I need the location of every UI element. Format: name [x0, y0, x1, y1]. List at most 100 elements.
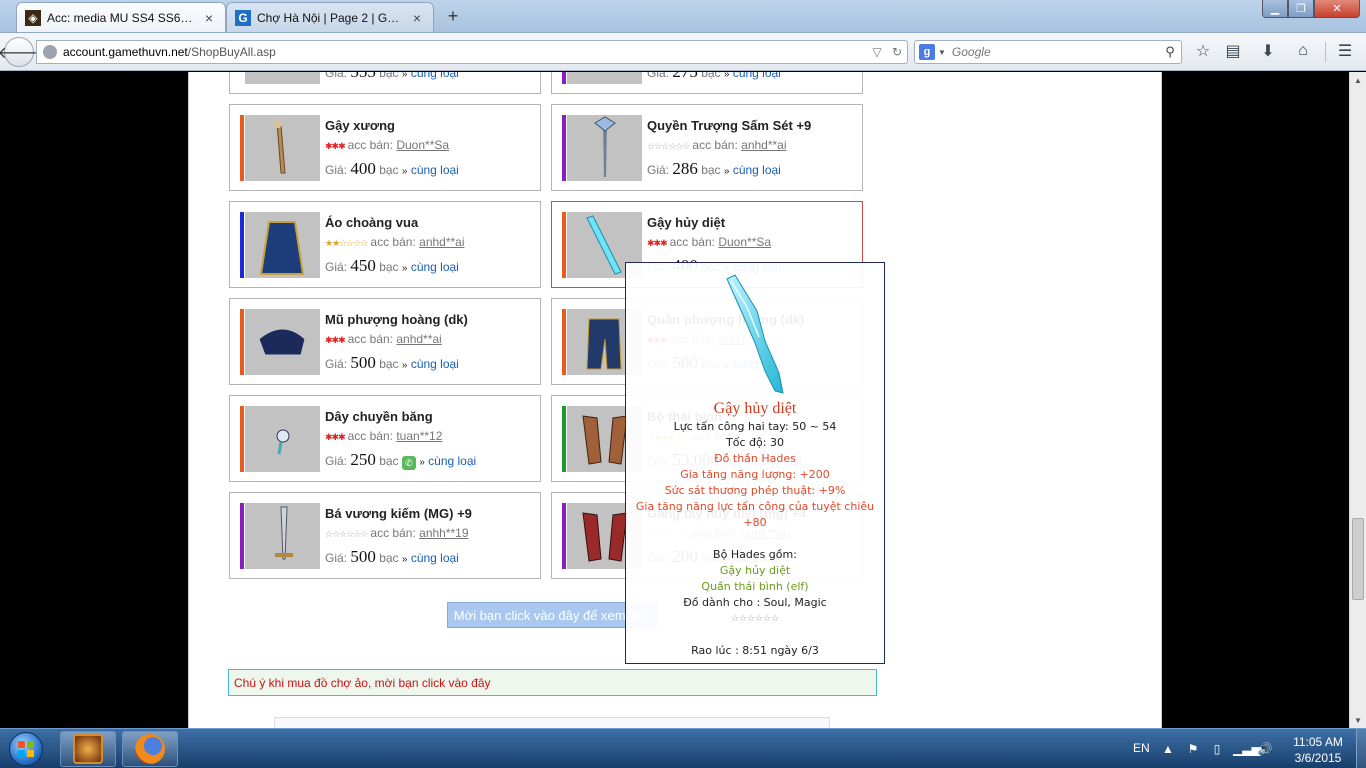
show-hidden-icons-icon[interactable]: ▲ — [1160, 741, 1176, 757]
menu-icon[interactable]: ☰ — [1332, 40, 1358, 62]
item-name[interactable]: Gậy hủy diệt — [647, 215, 725, 230]
rarity-bar — [562, 406, 566, 472]
item-thumbnail[interactable] — [245, 503, 320, 569]
same-type-link[interactable]: cùng loại — [428, 454, 476, 468]
scroll-up-arrow-icon[interactable]: ▲ — [1350, 72, 1366, 88]
back-button[interactable]: 🡐 — [0, 37, 40, 67]
close-window-button[interactable]: ✕ — [1314, 0, 1360, 18]
same-type-link[interactable]: cùng loại — [733, 163, 781, 177]
item-thumbnail[interactable] — [245, 406, 320, 472]
item-card[interactable]: Mũ phượng hoàng (dk) ✱✱✱ acc bán: anhd**ai… — [229, 298, 541, 385]
seller-name-link[interactable]: anhh**19 — [419, 526, 468, 540]
action-center-flag-icon[interactable]: ⚑ — [1185, 741, 1201, 757]
rarity-bar — [240, 406, 244, 472]
price-unit: bạc — [379, 357, 399, 371]
same-type-link[interactable]: cùng loại — [733, 72, 781, 80]
url-bar[interactable]: account.gamethuvn.net/ShopBuyAll.asp ▽ ↻ — [36, 40, 908, 64]
item-price: Giá: 500 bạc » cùng loại — [325, 547, 459, 566]
item-image-icon — [594, 116, 616, 177]
seller-name-link[interactable]: Duon**Sa — [396, 138, 449, 152]
item-name[interactable]: Gậy xương — [325, 118, 395, 133]
notice-banner[interactable]: Chú ý khi mua đồ chợ ảo, mời bạn click v… — [228, 669, 877, 696]
download-icon[interactable]: ⬇ — [1255, 40, 1281, 62]
price-unit: bạc — [379, 260, 399, 274]
network-signal-icon[interactable]: ▁▃▅ — [1233, 741, 1261, 757]
item-name[interactable]: Quyền Trượng Sấm Sét +9 — [647, 118, 811, 133]
minimize-button[interactable]: ▁ — [1262, 0, 1288, 18]
reload-icon[interactable]: ↻ — [887, 45, 907, 59]
seller-name-link[interactable]: Duon**Sa — [718, 235, 771, 249]
price-label: Giá: — [647, 72, 670, 80]
same-type-link[interactable]: cùng loại — [411, 260, 459, 274]
rarity-bar — [562, 72, 566, 84]
seller-label: acc bán: — [669, 235, 715, 249]
show-desktop-button[interactable] — [1356, 729, 1366, 768]
item-seller: ✱✱✱ acc bán: Duon**Sa — [325, 138, 449, 152]
scroll-down-arrow-icon[interactable]: ▼ — [1350, 712, 1366, 728]
same-type-link[interactable]: cùng loại — [411, 357, 459, 371]
new-tab-button[interactable]: + — [440, 6, 466, 28]
vertical-scrollbar[interactable]: ▲ ▼ — [1349, 72, 1366, 728]
price-label: Giá: — [325, 551, 348, 565]
seller-name-link[interactable]: tuan**12 — [396, 429, 442, 443]
dropdown-arrow-icon[interactable]: ▽ — [867, 45, 887, 59]
scroll-thumb[interactable] — [1352, 518, 1364, 600]
google-icon[interactable]: g — [919, 44, 935, 60]
price-unit: bạc — [379, 551, 399, 565]
item-name[interactable]: Bá vương kiếm (MG) +9 — [325, 506, 472, 521]
price-value: 450 — [350, 256, 376, 275]
tab-cho-ha-noi[interactable]: G Chợ Hà Nội | Page 2 | Gam... × — [226, 2, 434, 32]
item-thumbnail[interactable] — [245, 309, 320, 375]
rarity-bar — [240, 212, 244, 278]
item-card[interactable]: Bá vương kiếm (MG) +9 ☆☆☆☆☆☆ acc bán: anhh… — [229, 492, 541, 579]
rating-stars-icon: ✱✱✱ — [325, 432, 346, 442]
close-tab-icon[interactable]: × — [201, 10, 217, 26]
bookmark-star-icon[interactable]: ☆ — [1190, 40, 1216, 62]
item-card[interactable]: Gậy xương ✱✱✱ acc bán: Duon**Sa Giá: 400 bạ… — [229, 104, 541, 191]
seller-label: acc bán: — [347, 332, 393, 346]
search-input[interactable]: Google — [952, 45, 1159, 59]
g-favicon-icon: G — [235, 9, 251, 26]
search-bar[interactable]: g ▼ Google ⚲ — [914, 40, 1182, 64]
item-price: Giá: 275 bạc » cùng loại — [647, 72, 781, 82]
rarity-bar — [240, 309, 244, 375]
item-card-partial-right[interactable]: Giá: 275 bạc » cùng loại — [551, 72, 863, 94]
price-unit: bạc — [379, 72, 399, 80]
item-card[interactable]: Dây chuyền băng ✱✱✱ acc bán: tuan**12 Giá: … — [229, 395, 541, 482]
item-thumbnail[interactable] — [245, 115, 320, 181]
system-clock[interactable]: 11:05 AM 3/6/2015 — [1280, 734, 1356, 766]
close-tab-icon[interactable]: × — [409, 10, 425, 26]
item-card[interactable]: Quyền Trượng Sấm Sét +9 ☆☆☆☆☆☆ acc bán: an… — [551, 104, 863, 191]
item-seller: ✱✱✱ acc bán: Duon**Sa — [647, 235, 771, 249]
item-card[interactable]: Áo choàng vua ★★☆☆☆☆ acc bán: anhd**ai Giá:… — [229, 201, 541, 288]
item-thumbnail[interactable] — [567, 115, 642, 181]
taskbar-firefox-app[interactable] — [122, 731, 178, 767]
item-name[interactable]: Mũ phượng hoàng (dk) — [325, 312, 468, 327]
tab-acc-media[interactable]: ◈ Acc: media MU SS4 SS6 SS... × — [16, 2, 226, 32]
maximize-button[interactable]: ❐ — [1288, 0, 1314, 18]
start-button[interactable] — [4, 730, 48, 768]
price-value: 275 — [672, 72, 698, 81]
item-card-partial-left[interactable]: Giá: 555 bạc » cùng loại — [229, 72, 541, 94]
same-type-link[interactable]: cùng loại — [411, 72, 459, 80]
search-engine-dropdown-icon[interactable]: ▼ — [938, 48, 946, 57]
search-magnifier-icon[interactable]: ⚲ — [1159, 44, 1181, 60]
seller-name-link[interactable]: anhd**ai — [419, 235, 464, 249]
item-thumbnail[interactable] — [245, 212, 320, 278]
back-arrow-icon: 🡐 — [0, 44, 41, 62]
item-name[interactable]: Áo choàng vua — [325, 215, 418, 230]
item-name[interactable]: Dây chuyền băng — [325, 409, 433, 424]
tooltip-speed: Tốc độ: 30 — [726, 436, 784, 449]
item-seller: ☆☆☆☆☆☆ acc bán: anhh**19 — [325, 526, 469, 540]
battery-icon[interactable]: ▯ — [1209, 741, 1225, 757]
language-indicator[interactable]: EN — [1133, 741, 1150, 755]
seller-name-link[interactable]: anhd**ai — [741, 138, 786, 152]
game-app-icon — [73, 734, 103, 764]
seller-name-link[interactable]: anhd**ai — [396, 332, 441, 346]
home-icon[interactable]: ⌂ — [1290, 40, 1316, 62]
bookmarks-list-icon[interactable]: ▤ — [1220, 40, 1246, 62]
same-type-link[interactable]: cùng loại — [411, 163, 459, 177]
volume-icon[interactable]: 🔊 — [1257, 741, 1273, 757]
same-type-link[interactable]: cùng loại — [411, 551, 459, 565]
taskbar-game-app[interactable] — [60, 731, 116, 767]
